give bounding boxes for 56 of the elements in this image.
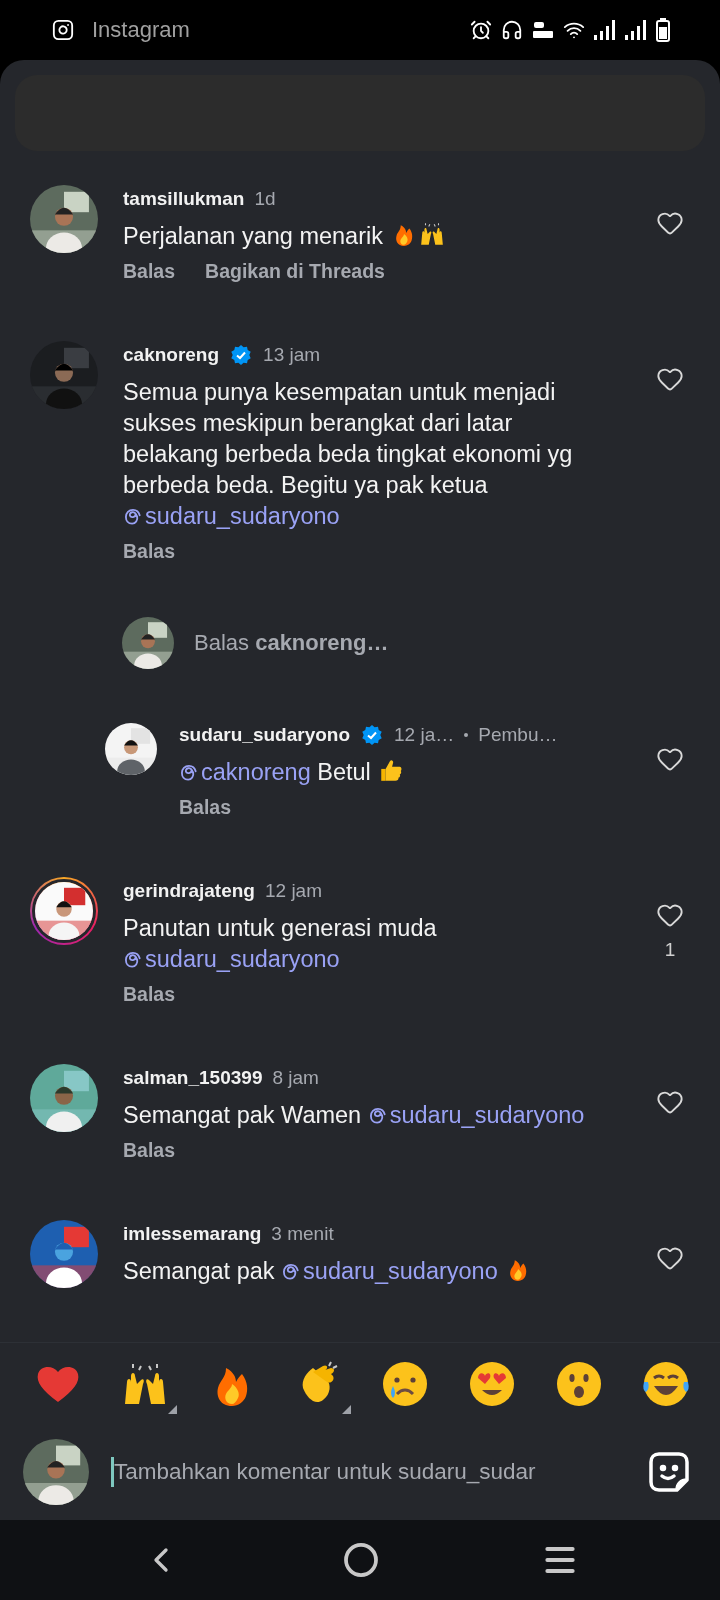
signal-icon (594, 20, 616, 40)
reply-link[interactable]: Balas (123, 983, 176, 1006)
mention-link[interactable]: caknoreng (179, 757, 311, 788)
battery-icon (656, 18, 670, 42)
crying-face-icon (381, 1359, 430, 1408)
home-icon (343, 1542, 379, 1578)
comment-text: Semua punya kesempatan untuk menjadi sukses meskipun berangkat dari latar belakang berbeda beda tingkat ekonomi yg berbeda beda. Begitu ya pak ketua sudaru_sudaryono (123, 377, 613, 532)
raised-hands-icon (418, 221, 445, 247)
mention-link[interactable]: sudaru_sudaryono (123, 501, 340, 532)
username[interactable]: caknoreng (123, 344, 220, 366)
mention-link[interactable]: sudaru_sudaryono (123, 944, 340, 975)
comment-time: 12 jam (265, 880, 322, 902)
at-sign-icon (179, 762, 199, 783)
comment-text: Panutan untuk generasi muda sudaru_sudaryono (123, 913, 613, 975)
username[interactable]: salman_150399 (123, 1067, 263, 1089)
comment-text: Perjalanan yang menarik (123, 221, 613, 252)
comment-text: Semangat pak sudaru_sudaryono (123, 1256, 613, 1287)
mention-link[interactable]: sudaru_sudaryono (367, 1100, 585, 1131)
comment-time: 12 ja… (394, 724, 455, 746)
comment-text: caknoreng Betul (179, 757, 650, 788)
mention-link[interactable]: sudaru_sudaryono (281, 1256, 498, 1287)
reply-link[interactable]: Balas (123, 1139, 176, 1162)
alarm-icon (470, 19, 492, 41)
at-sign-icon (281, 1261, 302, 1282)
comment-time: 8 jam (272, 1067, 319, 1089)
notification-app-name: Instagram (92, 17, 191, 43)
at-sign-icon (123, 506, 143, 527)
username[interactable]: gerindrajateng (123, 880, 255, 902)
username[interactable]: tamsillukman (123, 188, 245, 210)
reply-link[interactable]: Balas (179, 796, 232, 819)
username[interactable]: sudaru_sudaryono (179, 724, 351, 746)
reply-link[interactable]: Bagikan di Threads (205, 260, 385, 283)
comment-meta: Pembu… (478, 724, 558, 746)
sticker-button[interactable] (648, 1451, 690, 1493)
comment-text: Semangat pak Wamen sudaru_sudaryono (123, 1100, 613, 1131)
reply-link[interactable]: Balas (123, 260, 176, 283)
variants-indicator-icon (167, 1404, 177, 1414)
instagram-icon (52, 19, 74, 41)
home-button[interactable] (343, 1542, 379, 1578)
comment-time: 13 jam (263, 344, 321, 366)
like-count: 1 (664, 939, 676, 961)
signal-icon (625, 20, 647, 40)
reply-prompt[interactable]: Balas caknoreng… (194, 630, 389, 656)
comment-input[interactable]: Tambahkan komentar untuk sudaru_sudar (111, 1457, 626, 1487)
reply-link[interactable]: Balas (123, 540, 176, 563)
at-sign-icon (123, 949, 143, 970)
heart-eyes-face-icon (468, 1359, 517, 1408)
comment-time: 1d (254, 188, 276, 210)
username[interactable]: imlessemarang (123, 1223, 262, 1245)
variants-indicator-icon (341, 1404, 351, 1414)
at-sign-icon (367, 1105, 388, 1126)
sticker-icon (648, 1451, 690, 1493)
laughing-face-icon (641, 1359, 690, 1408)
surprised-face-icon (555, 1359, 604, 1408)
comment-time: 3 menit (271, 1223, 334, 1245)
headphones-icon (501, 19, 523, 41)
